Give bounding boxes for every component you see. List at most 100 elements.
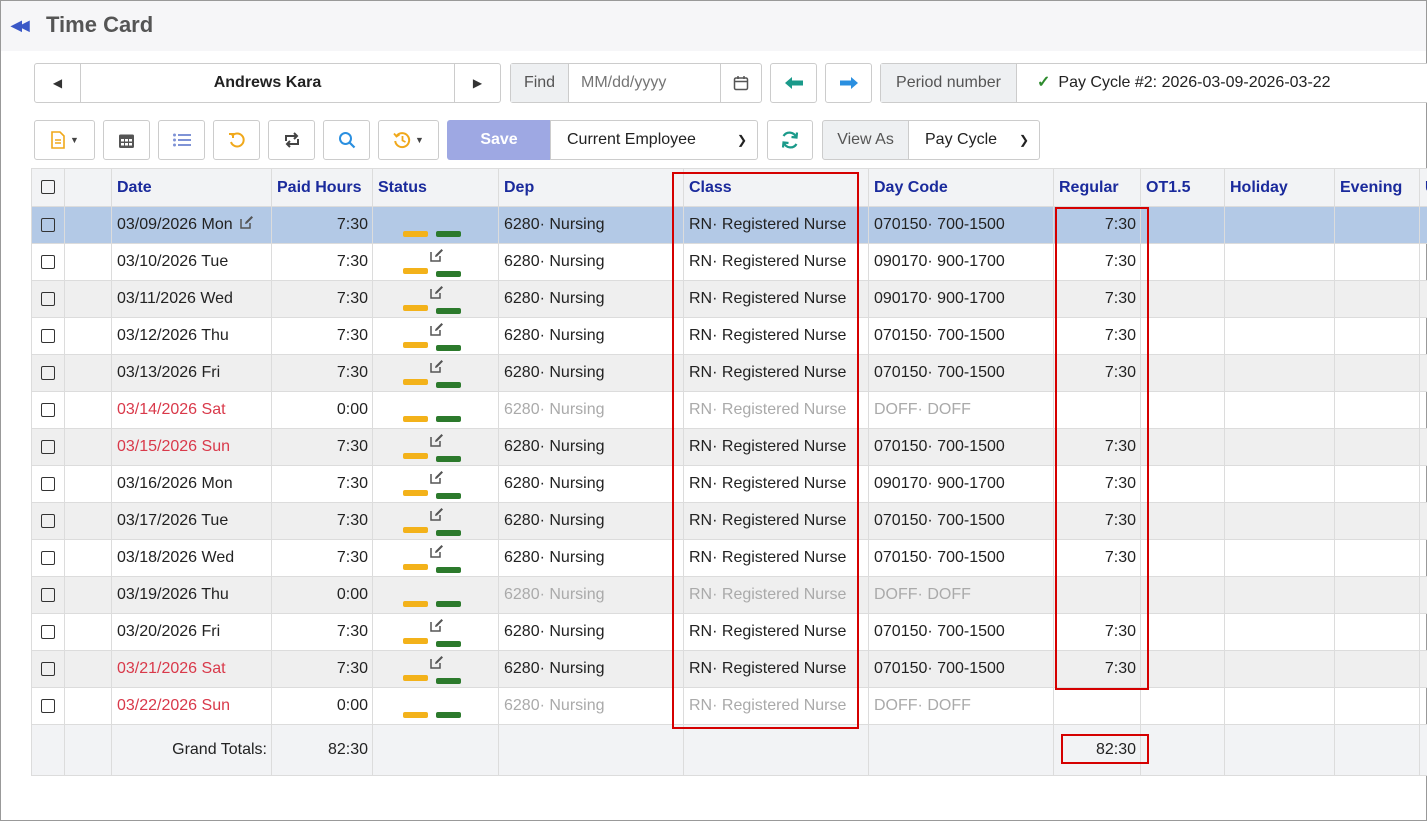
row-checkbox[interactable] <box>31 206 65 244</box>
class-cell[interactable]: RN· Registered Nurse <box>683 465 869 503</box>
date-cell[interactable]: 03/15/2026 Sun <box>111 428 272 466</box>
ot15-cell[interactable] <box>1140 391 1225 429</box>
evening-cell[interactable] <box>1334 280 1420 318</box>
class-cell[interactable]: RN· Registered Nurse <box>683 428 869 466</box>
holiday-cell[interactable] <box>1224 354 1335 392</box>
evening-cell[interactable] <box>1334 613 1420 651</box>
regular-cell[interactable]: 7:30 <box>1053 428 1141 466</box>
ot15-cell[interactable] <box>1140 280 1225 318</box>
dep-cell[interactable]: 6280· Nursing <box>498 465 684 503</box>
dep-cell[interactable]: 6280· Nursing <box>498 428 684 466</box>
next-period-button[interactable] <box>825 63 872 103</box>
holiday-cell[interactable] <box>1224 243 1335 281</box>
column-header-class[interactable]: Class <box>683 168 869 207</box>
regular-cell[interactable]: 7:30 <box>1053 613 1141 651</box>
regular-cell[interactable]: 7:30 <box>1053 206 1141 244</box>
date-cell[interactable]: 03/17/2026 Tue <box>111 502 272 540</box>
paid-hours-cell[interactable]: 7:30 <box>271 465 373 503</box>
evening-cell[interactable] <box>1334 687 1420 725</box>
table-row[interactable]: 03/22/2026 Sun 0:00 6280· Nursing RN· Regis… <box>31 687 1427 725</box>
ot15-cell[interactable] <box>1140 428 1225 466</box>
status-cell[interactable] <box>372 576 499 614</box>
column-header-dep[interactable]: Dep <box>498 168 684 207</box>
regular-cell[interactable]: 7:30 <box>1053 280 1141 318</box>
holiday-cell[interactable] <box>1224 206 1335 244</box>
document-menu-button[interactable]: ▼ <box>34 120 95 160</box>
regular-cell[interactable] <box>1053 576 1141 614</box>
day-code-cell[interactable]: 090170· 900-1700 <box>868 280 1054 318</box>
ot15-cell[interactable] <box>1140 354 1225 392</box>
edit-status-icon[interactable] <box>429 470 444 490</box>
regular-cell[interactable]: 7:30 <box>1053 650 1141 688</box>
row-checkbox[interactable] <box>31 280 65 318</box>
ot15-cell[interactable] <box>1140 465 1225 503</box>
status-cell[interactable] <box>372 280 499 318</box>
refresh-button[interactable] <box>767 120 813 160</box>
status-cell[interactable] <box>372 354 499 392</box>
holiday-cell[interactable] <box>1224 502 1335 540</box>
date-cell[interactable]: 03/12/2026 Thu <box>111 317 272 355</box>
status-cell[interactable] <box>372 391 499 429</box>
column-header-date[interactable]: Date <box>111 168 272 207</box>
evening-cell[interactable] <box>1334 465 1420 503</box>
paid-hours-cell[interactable]: 0:00 <box>271 576 373 614</box>
row-checkbox[interactable] <box>31 354 65 392</box>
column-header-regular[interactable]: Regular <box>1053 168 1141 207</box>
paid-hours-cell[interactable]: 7:30 <box>271 206 373 244</box>
row-checkbox[interactable] <box>31 539 65 577</box>
date-cell[interactable]: 03/11/2026 Wed <box>111 280 272 318</box>
status-cell[interactable] <box>372 317 499 355</box>
evening-cell[interactable] <box>1334 354 1420 392</box>
status-cell[interactable] <box>372 502 499 540</box>
paid-hours-cell[interactable]: 7:30 <box>271 243 373 281</box>
holiday-cell[interactable] <box>1224 613 1335 651</box>
ot15-cell[interactable] <box>1140 317 1225 355</box>
ot15-cell[interactable] <box>1140 613 1225 651</box>
row-checkbox[interactable] <box>31 317 65 355</box>
dep-cell[interactable]: 6280· Nursing <box>498 391 684 429</box>
paid-hours-cell[interactable]: 7:30 <box>271 502 373 540</box>
holiday-cell[interactable] <box>1224 317 1335 355</box>
date-cell[interactable]: 03/20/2026 Fri <box>111 613 272 651</box>
status-cell[interactable] <box>372 687 499 725</box>
paid-hours-cell[interactable]: 7:30 <box>271 354 373 392</box>
table-row[interactable]: 03/09/2026 Mon 7:30 6280· Nursing RN· Regis… <box>31 206 1427 244</box>
table-row[interactable]: 03/20/2026 Fri 7:30 6280· Nursing RN· Regis… <box>31 613 1427 651</box>
next-employee-button[interactable]: ▶ <box>454 64 500 102</box>
day-code-cell[interactable]: 070150· 700-1500 <box>868 613 1054 651</box>
status-cell[interactable] <box>372 539 499 577</box>
holiday-cell[interactable] <box>1224 650 1335 688</box>
dep-cell[interactable]: 6280· Nursing <box>498 354 684 392</box>
ot15-cell[interactable] <box>1140 206 1225 244</box>
table-row[interactable]: 03/15/2026 Sun 7:30 6280· Nursing RN· Regis… <box>31 428 1427 466</box>
calendar-view-button[interactable] <box>103 120 150 160</box>
table-row[interactable]: 03/12/2026 Thu 7:30 6280· Nursing RN· Regis… <box>31 317 1427 355</box>
table-row[interactable]: 03/21/2026 Sat 7:30 6280· Nursing RN· Regis… <box>31 650 1427 688</box>
paid-hours-cell[interactable]: 7:30 <box>271 650 373 688</box>
scope-select[interactable]: Current Employee ❯ <box>550 120 758 160</box>
class-cell[interactable]: RN· Registered Nurse <box>683 354 869 392</box>
paid-hours-cell[interactable]: 0:00 <box>271 687 373 725</box>
day-code-cell[interactable]: 090170· 900-1700 <box>868 465 1054 503</box>
previous-period-button[interactable] <box>770 63 817 103</box>
row-checkbox[interactable] <box>31 428 65 466</box>
dep-cell[interactable]: 6280· Nursing <box>498 687 684 725</box>
edit-status-icon[interactable] <box>429 433 444 453</box>
day-code-cell[interactable]: 070150· 700-1500 <box>868 539 1054 577</box>
undo-button[interactable] <box>213 120 260 160</box>
date-cell[interactable]: 03/10/2026 Tue <box>111 243 272 281</box>
date-cell[interactable]: 03/16/2026 Mon <box>111 465 272 503</box>
regular-cell[interactable]: 7:30 <box>1053 502 1141 540</box>
paid-hours-cell[interactable]: 7:30 <box>271 613 373 651</box>
status-cell[interactable] <box>372 613 499 651</box>
evening-cell[interactable] <box>1334 428 1420 466</box>
period-selector[interactable]: Period number ✓ Pay Cycle #2: 2026-03-09-… <box>880 63 1427 103</box>
list-view-button[interactable] <box>158 120 205 160</box>
dep-cell[interactable]: 6280· Nursing <box>498 502 684 540</box>
regular-cell[interactable]: 7:30 <box>1053 465 1141 503</box>
date-cell[interactable]: 03/21/2026 Sat <box>111 650 272 688</box>
day-code-cell[interactable]: DOFF· DOFF <box>868 576 1054 614</box>
regular-cell[interactable] <box>1053 391 1141 429</box>
row-checkbox[interactable] <box>31 391 65 429</box>
previous-employee-button[interactable]: ◀ <box>35 64 81 102</box>
